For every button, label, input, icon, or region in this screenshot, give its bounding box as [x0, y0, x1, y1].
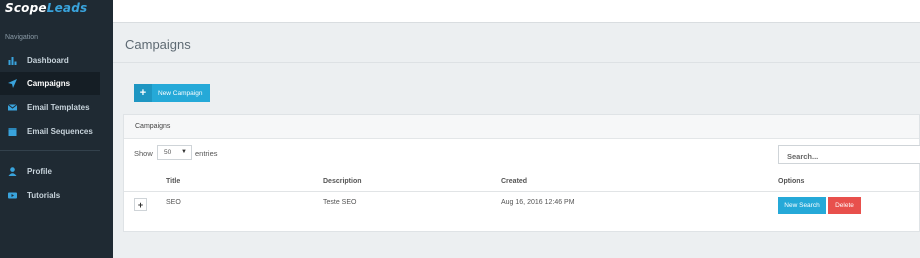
- sidebar-item-label: Email Templates: [27, 103, 90, 112]
- expand-row-button[interactable]: +: [134, 198, 147, 211]
- entries-label: entries: [195, 149, 218, 158]
- paper-plane-icon: [8, 79, 17, 88]
- calendar-icon: [8, 127, 17, 136]
- plus-icon: +: [134, 84, 152, 102]
- sidebar-item-email-sequences[interactable]: Email Sequences: [0, 120, 100, 143]
- sidebar-item-email-templates[interactable]: Email Templates: [0, 96, 100, 119]
- cell-title: SEO: [166, 199, 181, 206]
- sidebar-item-dashboard[interactable]: Dashboard: [0, 49, 100, 72]
- logo-text-scope: Scope: [5, 1, 47, 15]
- panel-header: Campaigns: [124, 115, 919, 139]
- sidebar-item-label: Profile: [27, 167, 52, 176]
- delete-button[interactable]: Delete: [828, 197, 861, 214]
- show-label: Show: [134, 149, 153, 158]
- campaigns-panel: Campaigns Show 50 ▼ entries Title Descri…: [123, 114, 920, 232]
- new-campaign-button[interactable]: + New Campaign: [134, 84, 210, 102]
- column-header-created[interactable]: Created: [501, 178, 527, 185]
- app-logo[interactable]: ScopeLeads: [5, 1, 87, 15]
- column-header-title[interactable]: Title: [166, 178, 180, 185]
- envelope-icon: [8, 103, 17, 112]
- page-size-select[interactable]: 50 ▼: [157, 145, 192, 160]
- panel-title: Campaigns: [135, 123, 171, 130]
- column-header-description[interactable]: Description: [323, 178, 362, 185]
- table-header-divider: [124, 191, 919, 192]
- cell-created: Aug 16, 2016 12:46 PM: [501, 199, 575, 206]
- sidebar-item-tutorials[interactable]: Tutorials: [0, 184, 100, 207]
- column-header-options: Options: [778, 178, 805, 185]
- bar-chart-icon: [8, 56, 17, 65]
- user-icon: [8, 167, 17, 176]
- page-title: Campaigns: [125, 37, 191, 52]
- sidebar-item-campaigns[interactable]: Campaigns: [0, 72, 100, 95]
- header-divider: [113, 62, 920, 63]
- page-size-value: 50: [164, 149, 172, 156]
- caret-down-icon: ▼: [181, 149, 187, 155]
- new-campaign-label: New Campaign: [158, 89, 203, 97]
- sidebar-item-label: Tutorials: [27, 191, 61, 200]
- search-input[interactable]: [779, 148, 920, 165]
- sidebar-item-label: Campaigns: [27, 79, 71, 88]
- sidebar-item-label: Email Sequences: [27, 127, 93, 136]
- nav-heading: Navigation: [5, 34, 39, 41]
- top-bar: [113, 0, 920, 23]
- cell-description: Teste SEO: [323, 199, 357, 206]
- search-box: [778, 145, 920, 165]
- sidebar-item-label: Dashboard: [27, 56, 69, 65]
- sidebar-item-profile[interactable]: Profile: [0, 160, 100, 183]
- sidebar-divider: [0, 150, 100, 151]
- logo-text-leads: Leads: [46, 1, 88, 15]
- new-search-button[interactable]: New Search: [778, 197, 826, 214]
- video-icon: [8, 191, 17, 200]
- sidebar: ScopeLeads Navigation Dashboard Campaign…: [0, 0, 113, 258]
